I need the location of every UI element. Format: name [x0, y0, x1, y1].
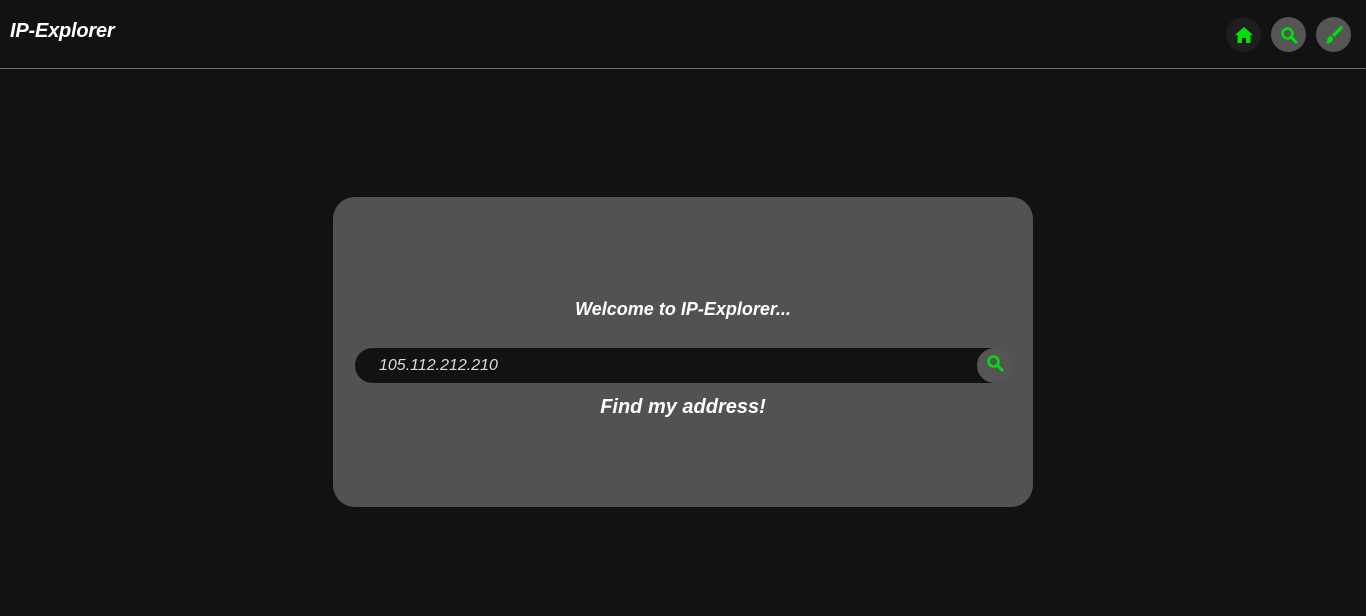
top-navbar: IP-Explorer	[0, 0, 1366, 69]
search-card: Welcome to IP-Explorer... Find my addres…	[333, 197, 1033, 507]
home-button[interactable]	[1226, 17, 1261, 52]
search-icon	[1280, 26, 1298, 44]
ip-search-bar	[355, 348, 1012, 383]
search-nav-button[interactable]	[1271, 17, 1306, 52]
welcome-heading: Welcome to IP-Explorer...	[575, 299, 791, 319]
nav-icons	[1226, 17, 1351, 52]
ip-search-input[interactable]	[379, 348, 969, 383]
brand-logo[interactable]: IP-Explorer	[10, 20, 115, 43]
find-my-address-link[interactable]: Find my address!	[333, 396, 1033, 419]
search-icon	[986, 354, 1004, 377]
brush-icon	[1324, 25, 1344, 45]
search-submit-button[interactable]	[977, 348, 1012, 383]
theme-button[interactable]	[1316, 17, 1351, 52]
home-icon	[1234, 26, 1254, 44]
